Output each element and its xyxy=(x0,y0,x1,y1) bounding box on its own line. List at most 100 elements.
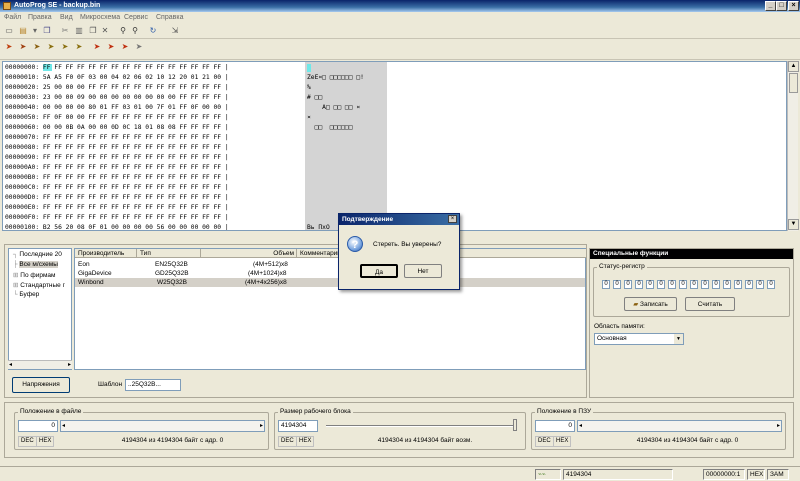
status-bit[interactable]: 0 xyxy=(602,280,610,289)
hex-ascii[interactable]: ¤ xyxy=(307,113,311,123)
memory-area-select[interactable]: Основная ▼ xyxy=(594,333,684,345)
yes-button[interactable]: Да xyxy=(360,264,398,278)
tree-item-buffer[interactable]: └ Буфер xyxy=(13,291,39,298)
save-icon[interactable]: ▾ xyxy=(30,26,40,36)
hex-bytes[interactable]: FF FF FF FF FF FF FF FF FF FF FF FF FF F… xyxy=(43,194,221,201)
hex-bytes[interactable]: B2 56 20 08 0F 01 00 00 00 00 56 00 00 0… xyxy=(43,224,221,230)
hex-bytes[interactable]: FF FF FF FF FF FF FF FF FF FF FF FF FF F… xyxy=(43,134,221,141)
no-button[interactable]: Нет xyxy=(404,264,442,278)
hex-bytes[interactable]: FF 0F 00 00 FF FF FF FF FF FF FF FF FF F… xyxy=(43,114,221,121)
scroll-thumb[interactable] xyxy=(789,73,798,93)
hex-editor[interactable]: 00000000: FF FF FF FF FF FF FF FF FF FF … xyxy=(2,61,787,231)
hex-ascii[interactable]: Вь ПхО xyxy=(307,223,330,230)
cut-icon[interactable]: ✂ xyxy=(60,26,70,36)
dialog-close-icon[interactable]: × xyxy=(448,215,457,223)
status-bit[interactable]: 0 xyxy=(690,280,698,289)
status-bit[interactable]: 0 xyxy=(635,280,643,289)
hex-bytes[interactable]: FF FF FF FF FF FF FF FF FF FF FF FF FF F… xyxy=(42,64,222,71)
hex-row[interactable]: 00000060: 00 00 0B 0A 00 00 0D 0C 18 01 … xyxy=(5,123,229,133)
hex-row[interactable]: 00000090: FF FF FF FF FF FF FF FF FF FF … xyxy=(5,153,229,163)
hex-row[interactable]: 00000020: 25 00 00 00 FF FF FF FF FF FF … xyxy=(5,83,229,93)
blank-check-icon[interactable]: ➤ xyxy=(60,42,70,52)
rom-hex-toggle[interactable]: HEX xyxy=(553,436,572,447)
scroll-down-icon[interactable]: ▼ xyxy=(788,219,799,230)
hex-ascii[interactable]: А□ □□ □□ ¤ xyxy=(307,103,360,113)
hex-bytes[interactable]: FF FF FF FF FF FF FF FF FF FF FF FF FF F… xyxy=(43,144,221,151)
hex-ascii[interactable]: ZеЕ¤□ □□□□□□ □! xyxy=(307,73,364,83)
hex-row[interactable]: 000000A0: FF FF FF FF FF FF FF FF FF FF … xyxy=(5,163,229,173)
col-header-maker[interactable]: Производитель xyxy=(75,249,137,258)
rom-dec-toggle[interactable]: DEC xyxy=(535,436,554,447)
goto-icon[interactable]: ⇲ xyxy=(170,26,180,36)
delete-icon[interactable]: ✕ xyxy=(100,26,110,36)
status-bit[interactable]: 0 xyxy=(668,280,676,289)
block-dec-toggle[interactable]: DEC xyxy=(278,436,297,447)
hex-row[interactable]: 00000070: FF FF FF FF FF FF FF FF FF FF … xyxy=(5,133,229,143)
hex-row[interactable]: 00000080: FF FF FF FF FF FF FF FF FF FF … xyxy=(5,143,229,153)
write-status-button[interactable]: ▰ Записать xyxy=(624,297,677,311)
status-bit[interactable]: 0 xyxy=(723,280,731,289)
file-hex-toggle[interactable]: HEX xyxy=(36,436,55,447)
hex-ascii[interactable]: □□ □□□□□□ xyxy=(307,123,353,133)
verify-icon[interactable]: ➤ xyxy=(32,42,42,52)
status-bit[interactable]: 0 xyxy=(712,280,720,289)
status-bit[interactable]: 0 xyxy=(679,280,687,289)
col-header-type[interactable]: Тип xyxy=(137,249,201,258)
protect-icon[interactable]: ➤ xyxy=(92,42,102,52)
col-header-size[interactable]: Объем xyxy=(201,249,297,258)
chip-row[interactable]: Eon EN25Q32B (4M+512)x8 xyxy=(75,260,585,269)
template-input[interactable]: ..25Q32B... xyxy=(125,379,181,391)
status-bit[interactable]: 0 xyxy=(734,280,742,289)
tree-item-standard[interactable]: ⊞ Стандартные г xyxy=(13,281,65,289)
hex-row[interactable]: 00000050: FF 0F 00 00 FF FF FF FF FF FF … xyxy=(5,113,229,123)
rom-position-input[interactable]: 0 xyxy=(535,420,575,432)
erase-icon[interactable]: ➤ xyxy=(46,42,56,52)
hex-vertical-scrollbar[interactable]: ▲ ▼ xyxy=(787,61,799,231)
refresh-icon[interactable]: ↻ xyxy=(148,26,158,36)
menu-file[interactable]: Файл xyxy=(4,14,21,21)
copy-icon[interactable]: ❐ xyxy=(42,26,52,36)
write-icon[interactable]: ➤ xyxy=(18,42,28,52)
paste-icon[interactable]: ▥ xyxy=(74,26,84,36)
unprotect-icon[interactable]: ➤ xyxy=(106,42,116,52)
hex-row[interactable]: 000000D0: FF FF FF FF FF FF FF FF FF FF … xyxy=(5,193,229,203)
hex-row[interactable]: 000000E0: FF FF FF FF FF FF FF FF FF FF … xyxy=(5,203,229,213)
tree-item-recent[interactable]: ┐ Последние 20 xyxy=(13,251,62,258)
scroll-left-icon[interactable]: ◂ xyxy=(579,422,582,429)
menu-service[interactable]: Сервис xyxy=(124,14,148,21)
block-size-input[interactable]: 4194304 xyxy=(278,420,318,432)
status-bit[interactable]: 0 xyxy=(745,280,753,289)
hex-row[interactable]: 000000B0: FF FF FF FF FF FF FF FF FF FF … xyxy=(5,173,229,183)
chip-list[interactable]: Производитель Тип Объем Комментарии Eon … xyxy=(74,248,587,370)
hex-row[interactable]: 00000030: 23 00 00 09 00 00 00 00 00 00 … xyxy=(5,93,229,103)
new-icon[interactable]: ▭ xyxy=(4,26,14,36)
hex-bytes[interactable]: 00 00 0B 0A 00 00 0D 0C 18 01 08 08 FF F… xyxy=(43,124,221,131)
hex-bytes[interactable]: 23 00 00 09 00 00 00 00 00 00 00 00 FF F… xyxy=(43,94,221,101)
hex-row[interactable]: 000000C0: FF FF FF FF FF FF FF FF FF FF … xyxy=(5,183,229,193)
close-button[interactable]: × xyxy=(788,1,799,11)
hex-row[interactable]: 00000000: FF FF FF FF FF FF FF FF FF FF … xyxy=(5,63,229,73)
scroll-up-icon[interactable]: ▲ xyxy=(788,61,799,72)
lock-icon[interactable]: ➤ xyxy=(120,42,130,52)
find-next-icon[interactable]: ⚲ xyxy=(130,26,140,36)
status-bit[interactable]: 0 xyxy=(756,280,764,289)
maximize-button[interactable]: □ xyxy=(776,1,787,11)
status-bit[interactable]: 0 xyxy=(657,280,665,289)
status-bit[interactable]: 0 xyxy=(646,280,654,289)
rom-position-scrollbar[interactable]: ◂ ▸ xyxy=(577,420,782,432)
id-icon[interactable]: ➤ xyxy=(134,42,144,52)
minimize-button[interactable]: _ xyxy=(765,1,776,11)
scroll-right-icon[interactable]: ▸ xyxy=(260,422,263,429)
find-icon[interactable]: ⚲ xyxy=(118,26,128,36)
chevron-down-icon[interactable]: ▼ xyxy=(674,334,683,344)
chip-tree[interactable]: ┐ Последние 20 ├ Все м/схемы ⊞ По фирмам… xyxy=(8,248,72,370)
tree-item-all[interactable]: ├ Все м/схемы xyxy=(13,261,58,268)
hex-row[interactable]: 000000F0: FF FF FF FF FF FF FF FF FF FF … xyxy=(5,213,229,223)
read-status-button[interactable]: Считать xyxy=(685,297,735,311)
hex-bytes[interactable]: FF FF FF FF FF FF FF FF FF FF FF FF FF F… xyxy=(43,154,221,161)
status-bit[interactable]: 0 xyxy=(613,280,621,289)
menu-chip[interactable]: Микросхема xyxy=(80,14,120,21)
tree-item-by-vendor[interactable]: ⊞ По фирмам xyxy=(13,271,56,279)
status-bit[interactable]: 0 xyxy=(767,280,775,289)
tree-horizontal-scrollbar[interactable]: ◂ ▸ xyxy=(8,360,72,369)
